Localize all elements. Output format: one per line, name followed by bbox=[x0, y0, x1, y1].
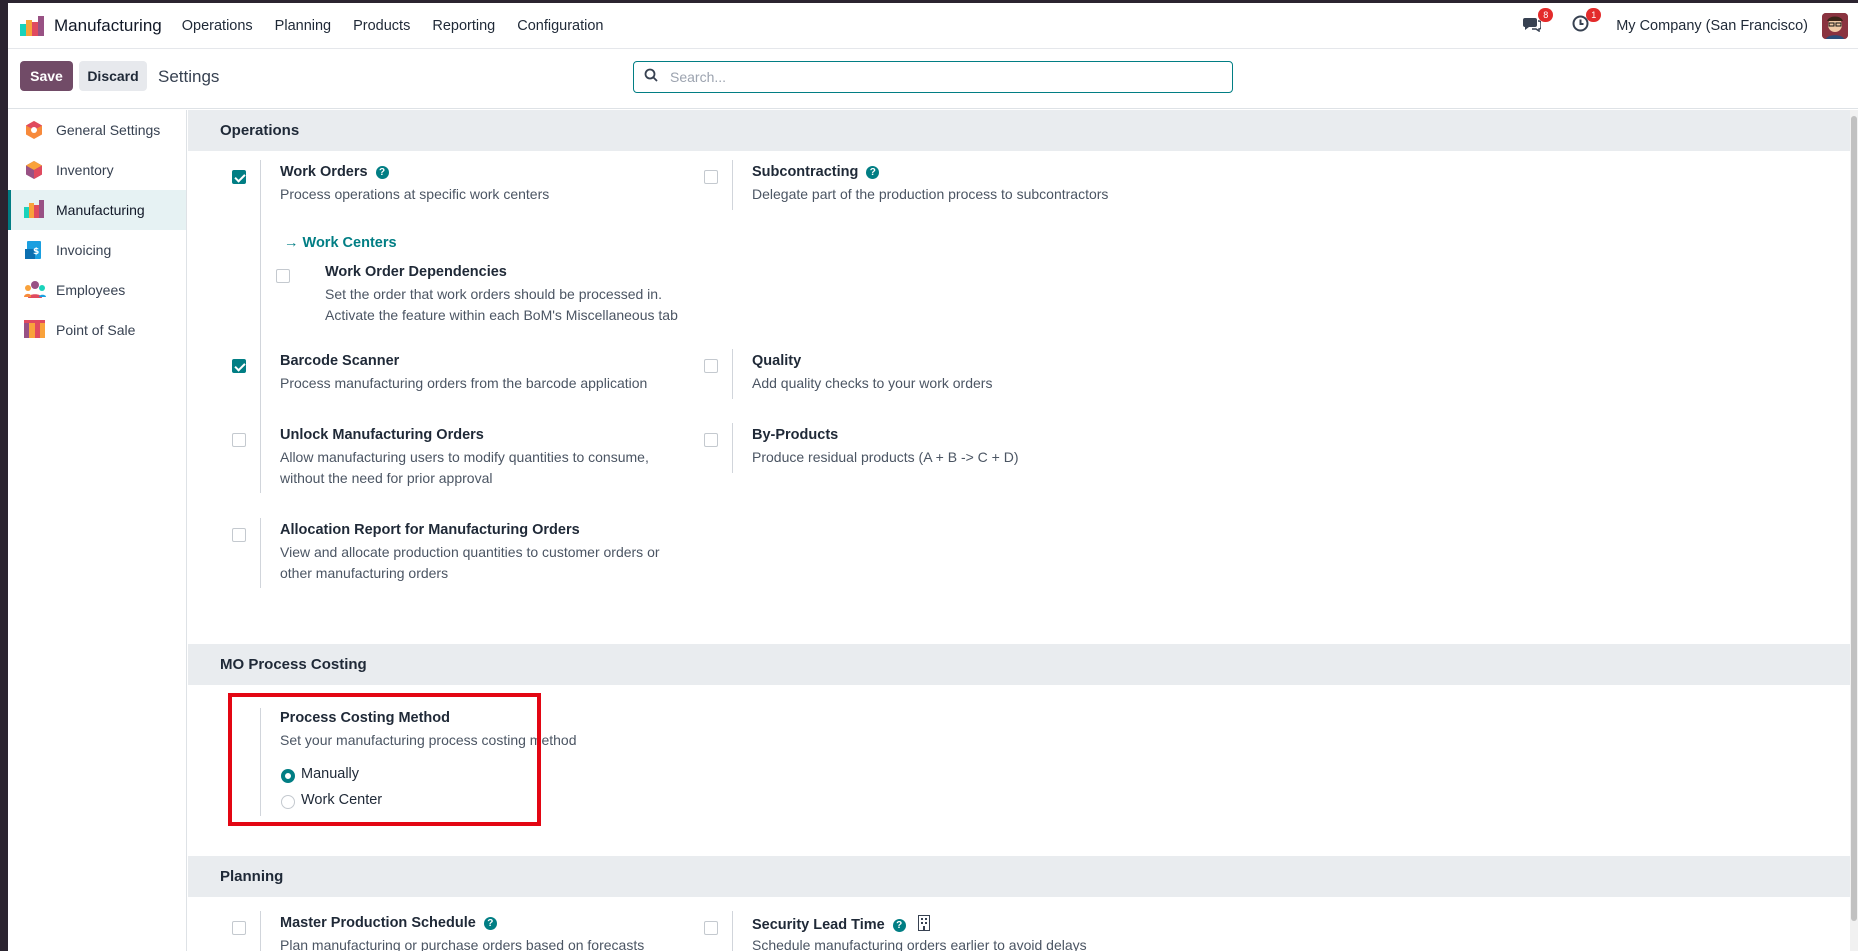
app-window: Manufacturing Operations Planning Produc… bbox=[8, 3, 1858, 951]
messages-button[interactable]: 8 bbox=[1520, 8, 1554, 38]
sidebar-item-invoicing[interactable]: $ Invoicing bbox=[8, 230, 186, 270]
work-centers-label: Work Centers bbox=[302, 235, 397, 251]
setting-divider bbox=[732, 349, 733, 399]
scrollbar[interactable] bbox=[1850, 110, 1858, 951]
sidebar-item-general-settings[interactable]: General Settings bbox=[8, 110, 186, 150]
wo-dependencies-desc: Set the order that work orders should be… bbox=[325, 286, 678, 323]
settings-sidebar: General Settings Inventory Manufacturing… bbox=[8, 110, 187, 951]
setting-divider bbox=[260, 423, 261, 493]
allocation-report-title: Allocation Report for Manufacturing Orde… bbox=[280, 522, 580, 538]
quality-desc: Add quality checks to your work orders bbox=[752, 375, 993, 391]
byproducts-title: By-Products bbox=[752, 427, 839, 443]
security-lead-checkbox[interactable] bbox=[704, 921, 718, 935]
menu-planning[interactable]: Planning bbox=[275, 18, 331, 34]
setting-divider bbox=[260, 518, 261, 588]
sidebar-item-label: Point of Sale bbox=[56, 322, 136, 338]
activities-badge: 1 bbox=[1586, 8, 1602, 22]
save-button[interactable]: Save bbox=[20, 61, 73, 91]
menu-configuration[interactable]: Configuration bbox=[517, 18, 603, 34]
menu-reporting[interactable]: Reporting bbox=[432, 18, 495, 34]
arrow-right-icon: → bbox=[284, 235, 299, 251]
help-icon[interactable]: ? bbox=[866, 166, 880, 179]
sidebar-item-manufacturing[interactable]: Manufacturing bbox=[8, 190, 186, 230]
highlight-box bbox=[228, 693, 541, 826]
setting-divider bbox=[260, 911, 261, 951]
section-mo-costing-header: MO Process Costing bbox=[188, 644, 1850, 685]
manufacturing-icon bbox=[24, 200, 44, 220]
sidebar-item-label: Employees bbox=[56, 282, 126, 298]
security-lead-desc: Schedule manufacturing orders earlier to… bbox=[752, 937, 1087, 951]
subcontracting-label: Subcontracting bbox=[752, 164, 859, 180]
barcode-scanner-desc: Process manufacturing orders from the ba… bbox=[280, 375, 648, 391]
barcode-scanner-checkbox[interactable] bbox=[232, 359, 246, 373]
sidebar-item-label: Manufacturing bbox=[56, 202, 145, 218]
control-panel: Save Discard Settings Search... bbox=[8, 49, 1858, 109]
invoicing-icon: $ bbox=[24, 240, 44, 260]
user-avatar[interactable] bbox=[1822, 13, 1848, 39]
discard-button[interactable]: Discard bbox=[79, 61, 147, 91]
work-orders-checkbox[interactable] bbox=[232, 170, 246, 184]
barcode-scanner-title: Barcode Scanner bbox=[280, 353, 400, 369]
search-box[interactable]: Search... bbox=[633, 61, 1233, 93]
help-icon[interactable]: ? bbox=[375, 166, 389, 179]
menu-products[interactable]: Products bbox=[353, 18, 410, 34]
setting-divider bbox=[732, 423, 733, 473]
security-lead-label: Security Lead Time bbox=[752, 917, 885, 933]
setting-divider bbox=[732, 160, 733, 210]
mps-desc: Plan manufacturing or purchase orders ba… bbox=[280, 937, 645, 951]
search-icon bbox=[644, 68, 658, 87]
work-centers-link[interactable]: → Work Centers bbox=[284, 235, 397, 251]
allocation-report-desc: View and allocate production quantities … bbox=[280, 544, 660, 581]
scrollbar-thumb[interactable] bbox=[1851, 116, 1857, 921]
sidebar-item-inventory[interactable]: Inventory bbox=[8, 150, 186, 190]
menu-operations[interactable]: Operations bbox=[182, 18, 253, 34]
byproducts-desc: Produce residual products (A + B -> C + … bbox=[752, 449, 1019, 465]
company-building-icon bbox=[917, 915, 930, 935]
general-settings-icon bbox=[24, 120, 44, 140]
activities-button[interactable]: 1 bbox=[1568, 8, 1602, 38]
help-icon[interactable]: ? bbox=[483, 917, 497, 930]
unlock-mo-desc: Allow manufacturing users to modify quan… bbox=[280, 449, 649, 486]
top-navbar: Manufacturing Operations Planning Produc… bbox=[8, 3, 1858, 49]
subcontracting-desc: Delegate part of the production process … bbox=[752, 186, 1109, 202]
sidebar-item-label: Invoicing bbox=[56, 242, 112, 258]
sidebar-item-employees[interactable]: Employees bbox=[8, 270, 186, 310]
work-orders-title: Work Orders? bbox=[280, 164, 389, 180]
work-orders-desc: Process operations at specific work cent… bbox=[280, 186, 550, 202]
employees-icon bbox=[24, 280, 46, 300]
subcontracting-title: Subcontracting? bbox=[752, 164, 880, 180]
unlock-mo-title: Unlock Manufacturing Orders bbox=[280, 427, 484, 443]
company-switcher[interactable]: My Company (San Francisco) bbox=[1616, 18, 1808, 34]
security-lead-title: Security Lead Time? bbox=[752, 915, 930, 935]
svg-text:$: $ bbox=[33, 247, 39, 257]
quality-title: Quality bbox=[752, 353, 802, 369]
subcontracting-checkbox[interactable] bbox=[704, 170, 718, 184]
manufacturing-app-icon[interactable] bbox=[20, 15, 46, 36]
wo-dependencies-title: Work Order Dependencies bbox=[325, 264, 507, 280]
setting-divider bbox=[260, 160, 261, 450]
sidebar-item-label: Inventory bbox=[56, 162, 114, 178]
settings-main: Operations Work Orders? Process operatio… bbox=[188, 110, 1850, 951]
allocation-report-checkbox[interactable] bbox=[232, 528, 246, 542]
search-input[interactable]: Search... bbox=[670, 69, 726, 85]
app-name[interactable]: Manufacturing bbox=[54, 16, 162, 36]
setting-divider bbox=[732, 911, 733, 951]
section-operations-header: Operations bbox=[188, 110, 1850, 151]
work-orders-label: Work Orders bbox=[280, 164, 368, 180]
help-icon[interactable]: ? bbox=[892, 919, 906, 932]
point-of-sale-icon bbox=[24, 320, 45, 340]
sidebar-item-point-of-sale[interactable]: Point of Sale bbox=[8, 310, 186, 350]
mps-label: Master Production Schedule bbox=[280, 915, 476, 931]
mps-checkbox[interactable] bbox=[232, 921, 246, 935]
unlock-mo-checkbox[interactable] bbox=[232, 433, 246, 447]
wo-dependencies-checkbox[interactable] bbox=[276, 269, 290, 283]
mps-title: Master Production Schedule? bbox=[280, 915, 497, 931]
inventory-icon bbox=[24, 160, 44, 180]
section-planning-header: Planning bbox=[188, 856, 1850, 897]
quality-checkbox[interactable] bbox=[704, 359, 718, 373]
byproducts-checkbox[interactable] bbox=[704, 433, 718, 447]
sidebar-item-label: General Settings bbox=[56, 122, 161, 138]
breadcrumb: Settings bbox=[158, 67, 220, 86]
messages-badge: 8 bbox=[1538, 8, 1554, 22]
